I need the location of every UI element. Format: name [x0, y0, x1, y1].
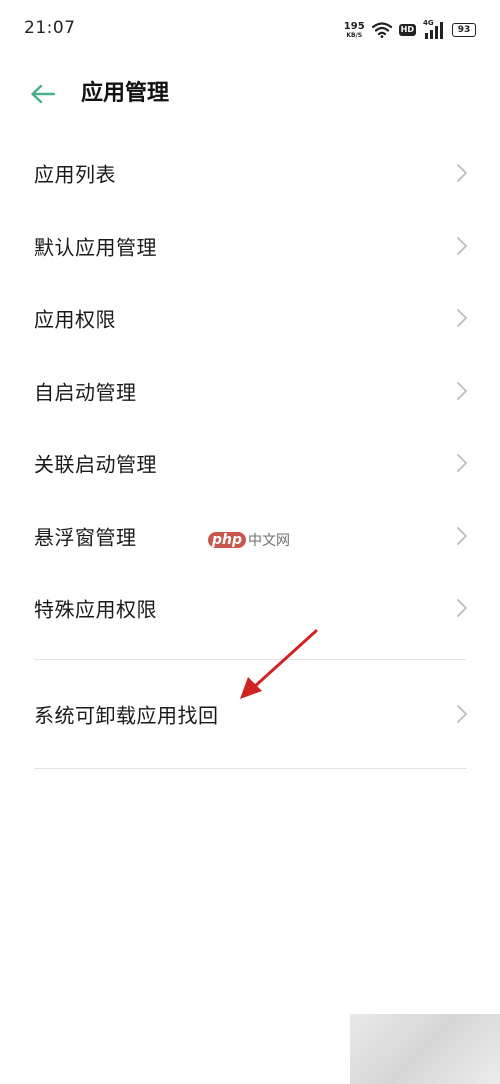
hd-badge: HD [398, 24, 416, 36]
menu-item-label: 悬浮窗管理 [34, 525, 137, 550]
network-speed-unit: KB/S [346, 31, 363, 39]
menu-item-label: 应用列表 [34, 162, 116, 187]
battery-icon: 93 [452, 23, 476, 37]
chevron-right-icon [457, 309, 467, 328]
status-time: 21:07 [24, 18, 76, 38]
menu-item-autostart[interactable]: 自启动管理 [0, 355, 500, 428]
network-speed-indicator: 195 KB/S [343, 20, 365, 39]
network-speed-value: 195 [343, 20, 365, 32]
signal-bars-icon [425, 22, 443, 39]
watermark-brand: php [208, 532, 247, 548]
menu-item-label: 系统可卸载应用找回 [34, 703, 219, 727]
menu-item-label: 自启动管理 [34, 380, 137, 405]
annotation-arrow-icon [240, 629, 318, 699]
status-icons: 195 KB/S HD 4G 93 [344, 18, 476, 42]
chevron-right-icon [457, 599, 467, 618]
menu-item-default-apps[interactable]: 默认应用管理 [0, 210, 500, 283]
menu-item-associated-launch[interactable]: 关联启动管理 [0, 427, 500, 500]
back-arrow-icon [31, 84, 56, 104]
menu-item-label: 关联启动管理 [34, 452, 157, 477]
blurred-corner [350, 1014, 500, 1084]
chevron-right-icon [457, 236, 467, 255]
chevron-right-icon [457, 164, 467, 183]
chevron-right-icon [457, 454, 467, 473]
menu-item-label: 默认应用管理 [34, 235, 157, 260]
menu-item-app-list[interactable]: 应用列表 [0, 137, 500, 210]
app-bar: 应用管理 [0, 58, 500, 130]
chevron-right-icon [457, 704, 467, 723]
back-button[interactable] [28, 80, 58, 108]
status-bar: 21:07 195 KB/S HD 4G 93 [0, 0, 500, 58]
battery-level: 93 [457, 24, 471, 35]
site-watermark: php 中文网 [208, 530, 290, 550]
cellular-signal-icon: 4G [423, 19, 445, 39]
watermark-text: 中文网 [248, 533, 291, 549]
section-divider [34, 767, 466, 769]
menu-item-app-permissions[interactable]: 应用权限 [0, 282, 500, 355]
menu-item-label: 应用权限 [34, 307, 116, 332]
page-title: 应用管理 [81, 81, 170, 106]
wifi-icon [371, 22, 392, 38]
menu-item-label: 特殊应用权限 [34, 597, 157, 622]
chevron-right-icon [457, 381, 467, 400]
chevron-right-icon [457, 526, 467, 545]
